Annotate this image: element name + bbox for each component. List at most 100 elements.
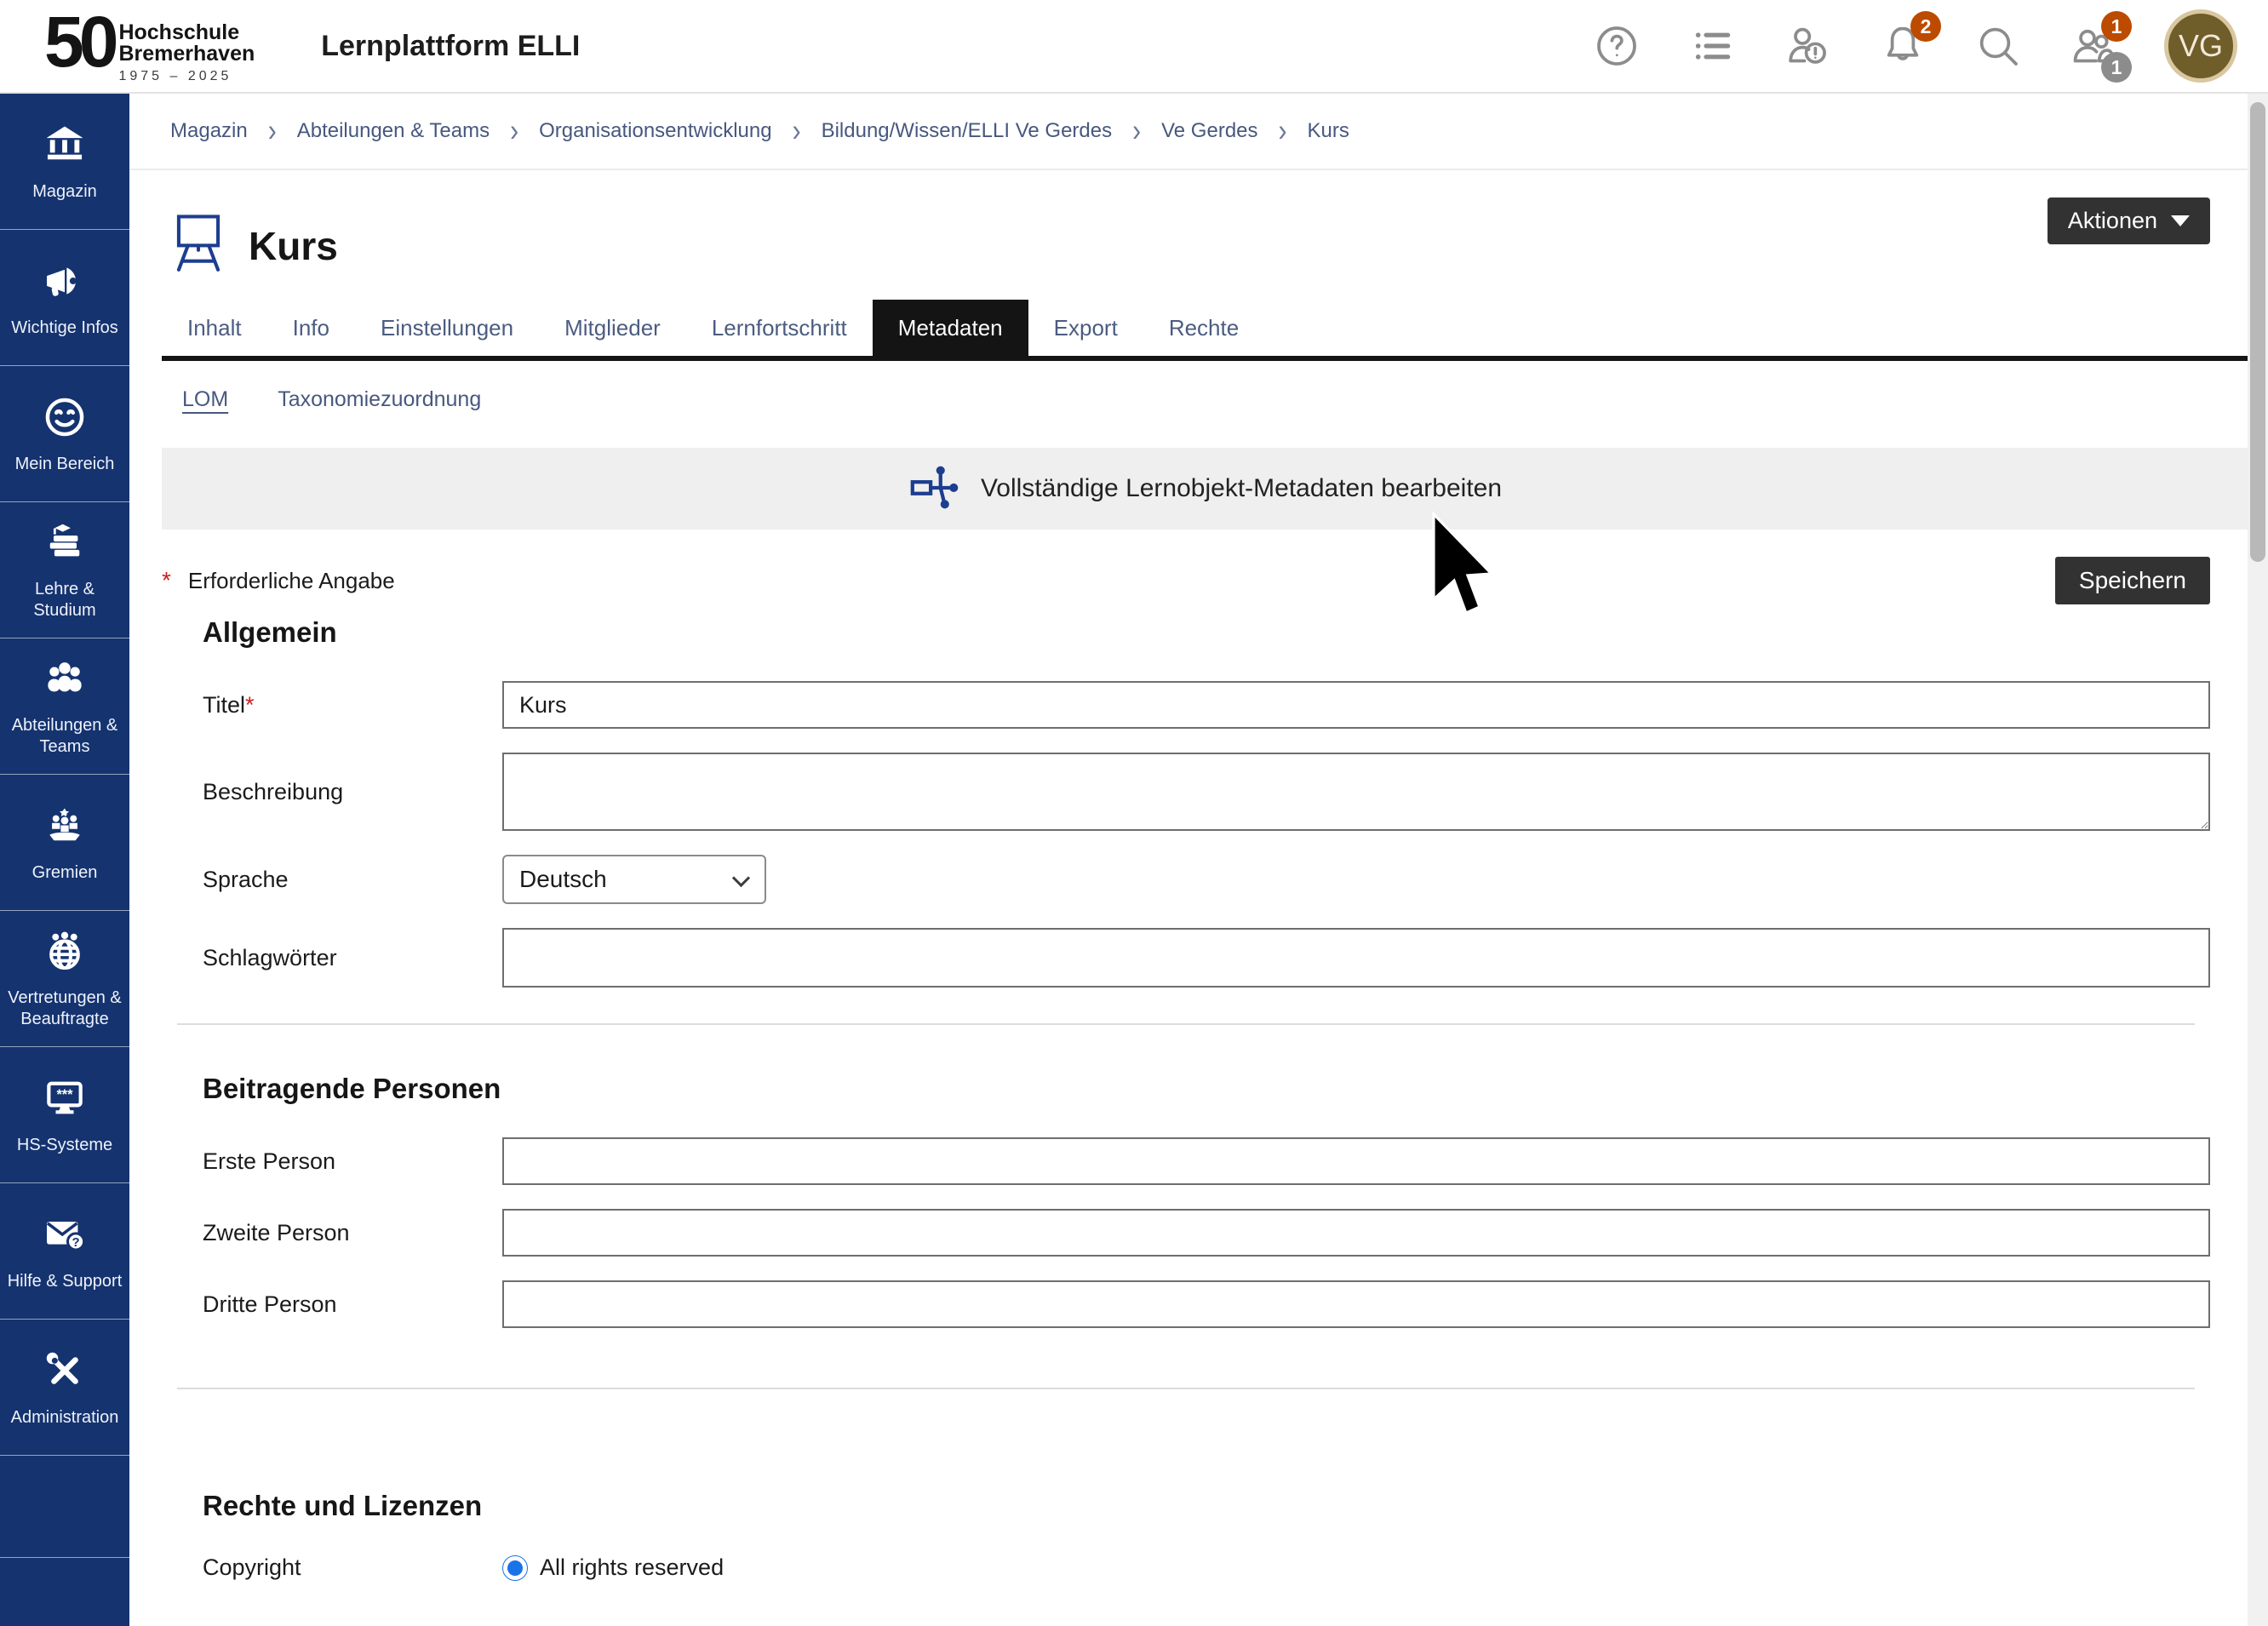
search-icon[interactable]: [1973, 21, 2023, 71]
members-icon[interactable]: 1 1: [2069, 21, 2118, 71]
sidebar-item-label: Abteilungen & Teams: [3, 715, 126, 758]
tab-rechte[interactable]: Rechte: [1143, 300, 1264, 356]
tab-export[interactable]: Export: [1028, 300, 1143, 356]
sidebar: Magazin Wichtige Infos Mein Bereich Lehr…: [0, 94, 129, 1626]
sidebar-item-gremien[interactable]: Gremien: [0, 775, 129, 911]
copyright-label: Copyright: [203, 1554, 502, 1581]
scrollbar-thumb[interactable]: [2250, 102, 2265, 562]
user-availability-icon[interactable]: [1783, 21, 1832, 71]
section-divider: [177, 1023, 2195, 1025]
avatar[interactable]: VG: [2164, 9, 2237, 83]
app-title: Lernplattform ELLI: [321, 30, 580, 63]
chevron-right-icon: ›: [1132, 113, 1141, 150]
breadcrumb-item[interactable]: Abteilungen & Teams: [297, 119, 490, 143]
schlagwoerter-input[interactable]: [502, 928, 2210, 988]
help-icon[interactable]: [1592, 21, 1641, 71]
zweite-person-label: Zweite Person: [203, 1220, 502, 1246]
edit-full-metadata-label: Vollständige Lernobjekt-Metadaten bearbe…: [981, 474, 1502, 503]
mail-question-icon: ?: [41, 1211, 89, 1262]
required-asterisk: *: [162, 567, 171, 594]
page-title: Kurs: [249, 223, 338, 269]
logo-line2: Bremerhaven: [118, 43, 255, 66]
required-asterisk: *: [245, 692, 255, 718]
tab-inhalt[interactable]: Inhalt: [162, 300, 267, 356]
breadcrumb: Magazin › Abteilungen & Teams › Organisa…: [129, 94, 2248, 170]
main-content: Magazin › Abteilungen & Teams › Organisa…: [129, 94, 2248, 1626]
sidebar-item-administration[interactable]: Administration: [0, 1320, 129, 1456]
sidebar-item-magazin[interactable]: Magazin: [0, 94, 129, 230]
breadcrumb-item[interactable]: Magazin: [170, 119, 248, 143]
tab-einstellungen[interactable]: Einstellungen: [355, 300, 539, 356]
svg-text:***: ***: [56, 1086, 73, 1102]
chevron-down-icon: [732, 869, 750, 887]
field-row-schlagwoerter: Schlagwörter: [162, 928, 2210, 988]
sidebar-item-hilfe-support[interactable]: ? Hilfe & Support: [0, 1183, 129, 1320]
field-row-beschreibung: Beschreibung: [162, 753, 2210, 831]
breadcrumb-item[interactable]: Kurs: [1308, 119, 1349, 143]
sidebar-filler: [0, 1456, 129, 1558]
chevron-right-icon: ›: [510, 113, 518, 150]
globe-people-icon: [41, 927, 89, 979]
sidebar-item-abteilungen-teams[interactable]: Abteilungen & Teams: [0, 638, 129, 775]
top-header: 50 Hochschule Bremerhaven 1975 – 2025 Le…: [0, 0, 2268, 94]
field-row-dritte-person: Dritte Person: [162, 1280, 2210, 1328]
members-badge-gray: 1: [2101, 52, 2132, 83]
sidebar-item-mein-bereich[interactable]: Mein Bereich: [0, 366, 129, 502]
actions-button-label: Aktionen: [2068, 208, 2157, 234]
zweite-person-input[interactable]: [502, 1209, 2210, 1257]
section-title-rechte: Rechte und Lizenzen: [162, 1490, 2210, 1522]
breadcrumb-item[interactable]: Ve Gerdes: [1161, 119, 1257, 143]
beschreibung-textarea[interactable]: [502, 753, 2210, 831]
save-button[interactable]: Speichern: [2055, 557, 2210, 604]
edit-full-metadata-banner[interactable]: Vollständige Lernobjekt-Metadaten bearbe…: [162, 448, 2248, 530]
tab-info[interactable]: Info: [267, 300, 355, 356]
sidebar-item-lehre-studium[interactable]: Lehre & Studium: [0, 502, 129, 638]
committee-icon: [41, 802, 89, 854]
sidebar-item-label: Gremien: [32, 862, 98, 884]
chevron-right-icon: ›: [268, 113, 277, 150]
notifications-bell-icon[interactable]: 2: [1878, 21, 1927, 71]
sidebar-item-hs-systeme[interactable]: *** HS-Systeme: [0, 1047, 129, 1183]
subtab-taxonomiezuordnung[interactable]: Taxonomiezuordnung: [278, 387, 481, 412]
tools-icon: [41, 1347, 89, 1399]
subtab-lom[interactable]: LOM: [182, 387, 228, 412]
tab-lernfortschritt[interactable]: Lernfortschritt: [686, 300, 873, 356]
logo-years: 1975 – 2025: [118, 69, 255, 84]
vertical-scrollbar[interactable]: [2248, 94, 2268, 1626]
course-easel-icon: [170, 212, 226, 281]
sprache-select[interactable]: Deutsch: [502, 855, 766, 904]
todo-list-icon[interactable]: [1687, 21, 1737, 71]
copyright-radio[interactable]: [502, 1555, 528, 1581]
chevron-right-icon: ›: [1279, 113, 1287, 150]
required-note: Erforderliche Angabe: [178, 568, 395, 594]
section-divider: [177, 1388, 2195, 1389]
sidebar-item-label: Wichtige Infos: [11, 318, 118, 339]
field-row-erste-person: Erste Person: [162, 1137, 2210, 1185]
erste-person-input[interactable]: [502, 1137, 2210, 1185]
sidebar-item-label: Mein Bereich: [15, 454, 115, 475]
subtab-bar: LOM Taxonomiezuordnung: [182, 381, 2248, 417]
breadcrumb-item[interactable]: Organisationsentwicklung: [539, 119, 771, 143]
sidebar-item-vertretungen[interactable]: Vertretungen & Beauftragte: [0, 911, 129, 1047]
bank-icon: [41, 121, 89, 173]
sidebar-item-label: Lehre & Studium: [3, 579, 126, 621]
field-row-titel: Titel*: [162, 681, 2210, 729]
actions-button[interactable]: Aktionen: [2048, 198, 2210, 244]
tab-mitglieder[interactable]: Mitglieder: [539, 300, 686, 356]
logo-50-text: 50: [44, 9, 113, 77]
tab-bar: Inhalt Info Einstellungen Mitglieder Ler…: [162, 300, 2248, 361]
titel-input[interactable]: [502, 681, 2210, 729]
erste-person-label: Erste Person: [203, 1148, 502, 1175]
chevron-right-icon: ›: [793, 113, 801, 150]
tab-metadaten[interactable]: Metadaten: [873, 300, 1028, 356]
required-row: * Erforderliche Angabe Speichern: [162, 557, 2210, 604]
sprache-selected-value: Deutsch: [519, 866, 607, 893]
dritte-person-input[interactable]: [502, 1280, 2210, 1328]
books-icon: [41, 518, 89, 570]
sidebar-item-wichtige-infos[interactable]: Wichtige Infos: [0, 230, 129, 366]
screen: 50 Hochschule Bremerhaven 1975 – 2025 Le…: [0, 0, 2268, 1626]
section-title-beitragende: Beitragende Personen: [162, 1073, 2210, 1105]
breadcrumb-item[interactable]: Bildung/Wissen/ELLI Ve Gerdes: [822, 119, 1113, 143]
university-logo[interactable]: 50 Hochschule Bremerhaven 1975 – 2025: [44, 9, 255, 84]
sidebar-item-label: HS-Systeme: [17, 1135, 112, 1156]
